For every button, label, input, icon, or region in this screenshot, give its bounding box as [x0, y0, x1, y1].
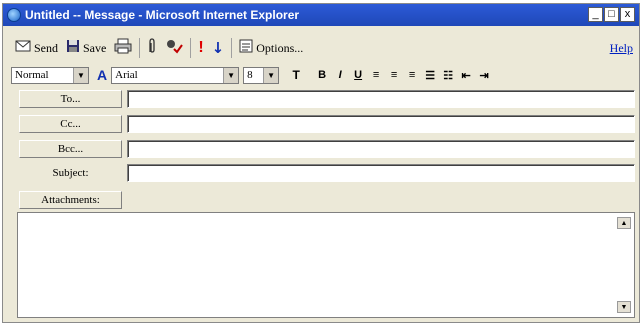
align-right-icon[interactable]: ≡	[403, 69, 421, 81]
toolbar-separator	[231, 38, 233, 58]
save-button[interactable]: Save	[62, 36, 110, 60]
message-window: Untitled -- Message - Microsoft Internet…	[2, 3, 640, 323]
bcc-button[interactable]: Bcc...	[19, 140, 122, 158]
align-left-icon[interactable]: ≡	[367, 69, 385, 81]
printer-icon	[114, 38, 132, 58]
options-button[interactable]: Options...	[235, 36, 307, 60]
close-button[interactable]: x	[620, 7, 635, 22]
minimize-button[interactable]: _	[588, 7, 603, 22]
size-value: 8	[247, 69, 253, 81]
toolbar-separator	[190, 38, 192, 58]
floppy-icon	[66, 39, 80, 57]
to-button[interactable]: To...	[19, 90, 122, 108]
font-value: Arial	[115, 69, 138, 81]
chevron-down-icon[interactable]: ▼	[73, 67, 88, 83]
bcc-field[interactable]	[127, 140, 635, 158]
italic-button[interactable]: I	[331, 69, 349, 81]
exclamation-icon: !	[198, 39, 204, 56]
cc-field[interactable]	[127, 115, 635, 133]
decrease-indent-icon[interactable]: ⇤	[457, 69, 475, 82]
attachments-button[interactable]: Attachments:	[19, 191, 122, 209]
save-label: Save	[83, 40, 107, 55]
scroll-up-icon[interactable]: ▲	[617, 217, 631, 229]
message-body[interactable]: ▲ ▼	[17, 212, 635, 318]
clear-format-icon[interactable]: T	[287, 68, 305, 82]
style-value: Normal	[15, 69, 49, 81]
check-names-button[interactable]	[161, 36, 187, 60]
scroll-down-icon[interactable]: ▼	[617, 301, 631, 313]
to-field[interactable]	[127, 90, 635, 108]
toolbar-separator	[139, 38, 141, 58]
ie-icon	[7, 8, 21, 22]
paperclip-icon	[147, 38, 157, 58]
maximize-button[interactable]: □	[604, 7, 619, 22]
numbered-list-icon[interactable]: ☷	[439, 69, 457, 82]
underline-button[interactable]: U	[349, 69, 367, 81]
subject-label: Subject:	[52, 167, 89, 179]
options-icon	[239, 39, 253, 57]
low-priority-button[interactable]: ↓	[208, 36, 229, 60]
subject-field[interactable]	[127, 164, 635, 182]
align-center-icon[interactable]: ≡	[385, 69, 403, 81]
main-toolbar: Send Save ! ↓ Options... Help	[11, 35, 633, 61]
cc-button[interactable]: Cc...	[19, 115, 122, 133]
send-button[interactable]: Send	[11, 36, 62, 60]
size-select[interactable]: 8 ▼	[243, 66, 280, 84]
options-label: Options...	[256, 40, 304, 55]
formatting-toolbar: Normal ▼ A Arial ▼ 8 ▼ T B I U ≡ ≡ ≡ ☰ ☷…	[11, 64, 633, 86]
send-label: Send	[34, 40, 58, 55]
check-names-icon	[165, 38, 184, 58]
chevron-down-icon[interactable]: ▼	[263, 67, 279, 83]
font-color-icon[interactable]: A	[97, 67, 107, 83]
increase-indent-icon[interactable]: ⇥	[475, 69, 493, 82]
style-select[interactable]: Normal ▼	[11, 66, 89, 84]
high-priority-button[interactable]: !	[194, 36, 207, 60]
window-controls: _ □ x	[588, 7, 635, 22]
down-arrow-icon: ↓	[211, 39, 225, 57]
chevron-down-icon[interactable]: ▼	[223, 67, 239, 83]
envelope-icon	[15, 39, 31, 57]
title-bar[interactable]: Untitled -- Message - Microsoft Internet…	[3, 4, 639, 26]
attach-button[interactable]	[143, 36, 161, 60]
window-title: Untitled -- Message - Microsoft Internet…	[25, 8, 300, 22]
help-link[interactable]: Help	[610, 41, 633, 56]
print-button[interactable]	[110, 36, 136, 60]
font-select[interactable]: Arial ▼	[111, 66, 240, 84]
bold-button[interactable]: B	[313, 69, 331, 81]
bullet-list-icon[interactable]: ☰	[421, 69, 439, 82]
